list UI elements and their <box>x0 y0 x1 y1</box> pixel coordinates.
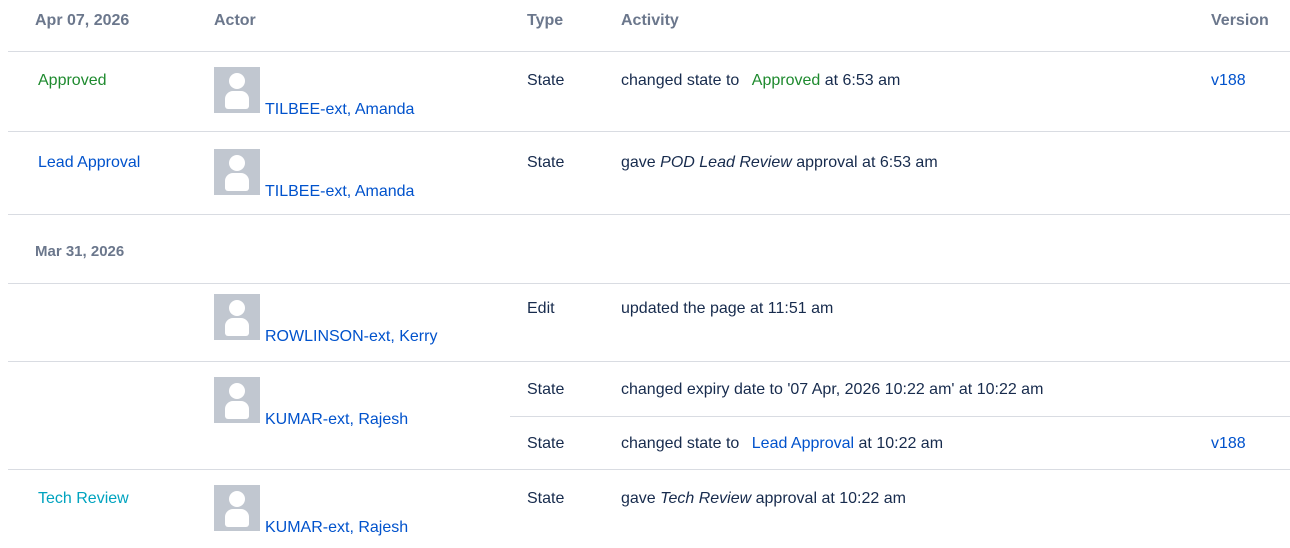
activity-description: gave Tech Review approval at 10:22 am <box>621 490 906 508</box>
state-label-tech-review: Tech Review <box>38 490 129 507</box>
activity-text: approval at 10:22 am <box>755 490 906 507</box>
column-header-date: Apr 07, 2026 <box>35 12 130 29</box>
activity-text: changed state to <box>621 435 740 452</box>
actor-link[interactable]: TILBEE-ext, Amanda <box>265 183 414 201</box>
activity-text: gave <box>621 154 656 171</box>
activity-state-lead-approval: Lead Approval <box>751 435 855 452</box>
divider <box>8 214 1290 215</box>
activity-description: updated the page at 11:51 am <box>621 300 834 317</box>
user-avatar-icon[interactable] <box>214 294 260 340</box>
version-link[interactable]: v188 <box>1211 435 1246 453</box>
column-header-actor: Actor <box>214 12 256 29</box>
divider <box>8 283 1290 284</box>
date-group-header: Mar 31, 2026 <box>35 243 125 260</box>
activity-text: changed state to <box>621 72 740 89</box>
activity-description: changed state to Approved at 6:53 am <box>621 72 900 90</box>
user-avatar-icon[interactable] <box>214 485 260 531</box>
divider <box>8 131 1290 132</box>
user-avatar-icon[interactable] <box>214 377 260 423</box>
divider <box>8 361 1290 362</box>
activity-text: at 10:22 am <box>858 435 944 452</box>
activity-text: approval at 6:53 am <box>796 154 938 171</box>
activity-type: State <box>527 154 565 171</box>
actor-link[interactable]: TILBEE-ext, Amanda <box>265 101 414 119</box>
activity-review-name: POD Lead Review <box>660 154 792 171</box>
divider <box>8 51 1290 52</box>
version-link[interactable]: v188 <box>1211 72 1246 90</box>
activity-review-name: Tech Review <box>660 490 752 507</box>
activity-description: changed expiry date to '07 Apr, 2026 10:… <box>621 381 1044 398</box>
user-avatar-icon[interactable] <box>214 67 260 113</box>
divider <box>8 469 1290 470</box>
column-header-version: Version <box>1211 12 1269 29</box>
activity-description: gave POD Lead Review approval at 6:53 am <box>621 154 938 172</box>
activity-type: State <box>527 72 565 89</box>
actor-link[interactable]: ROWLINSON-ext, Kerry <box>265 328 437 346</box>
column-header-type: Type <box>527 12 564 29</box>
column-header-activity: Activity <box>621 12 679 29</box>
state-label-approved: Approved <box>38 72 107 89</box>
activity-text: gave <box>621 490 656 507</box>
activity-text: at 6:53 am <box>824 72 901 89</box>
activity-state-approved: Approved <box>751 72 821 89</box>
activity-type: State <box>527 381 565 398</box>
actor-link[interactable]: KUMAR-ext, Rajesh <box>265 411 408 429</box>
activity-type: Edit <box>527 300 555 317</box>
state-label-lead-approval: Lead Approval <box>38 154 141 171</box>
actor-link[interactable]: KUMAR-ext, Rajesh <box>265 519 408 537</box>
activity-type: State <box>527 435 565 452</box>
activity-description: changed state to Lead Approval at 10:22 … <box>621 435 943 453</box>
activity-type: State <box>527 490 565 507</box>
user-avatar-icon[interactable] <box>214 149 260 195</box>
divider <box>510 416 1290 417</box>
